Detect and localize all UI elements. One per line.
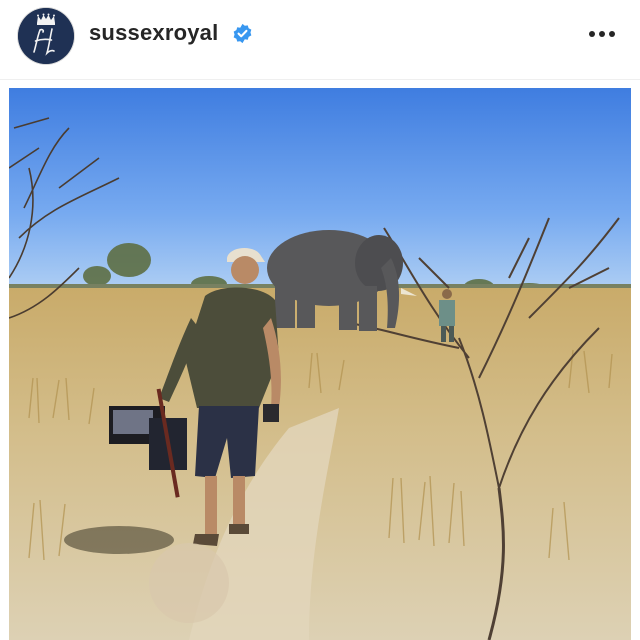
post-photo[interactable] [9,88,631,640]
more-options-button[interactable] [584,22,620,46]
post-header: sussexroyal [0,0,640,80]
username[interactable]: sussexroyal [89,20,218,46]
more-horizontal-icon [589,31,615,37]
safari-scene [9,88,631,640]
man-shadow [64,526,174,554]
profile-avatar[interactable] [18,8,74,64]
verified-badge-icon [233,23,252,44]
elephant-figure [267,230,417,331]
instagram-post: sussexroyal [0,0,640,640]
dust-cloud [149,543,229,623]
crowned-monogram-icon [18,8,74,64]
